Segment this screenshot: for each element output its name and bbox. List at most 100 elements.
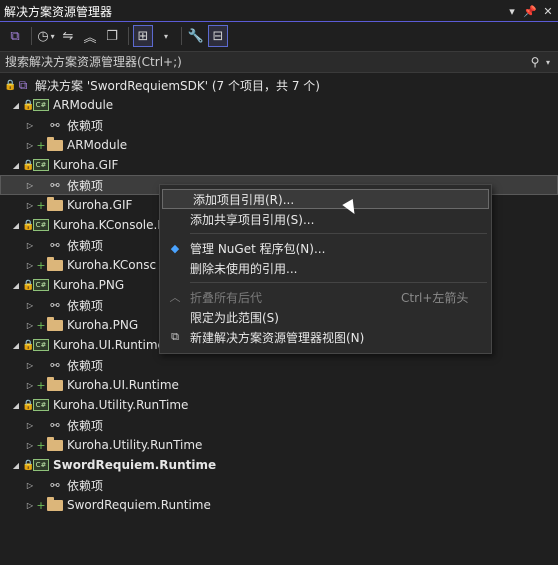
csharp-project-icon: C# — [32, 458, 50, 472]
csharp-project-icon: C# — [32, 338, 50, 352]
menu-item-label: 新建解决方案资源管理器视图(N) — [190, 330, 365, 345]
dependencies-label: 依赖项 — [67, 478, 104, 493]
dependencies-label: 依赖项 — [67, 358, 104, 373]
project-label: ARModule — [53, 98, 114, 112]
collapsed-arrow-icon[interactable]: ▷ — [24, 361, 36, 370]
dependencies-node[interactable]: ▷ ⚯ 依赖项 — [0, 415, 558, 435]
chevron-down-icon[interactable]: ▾ — [546, 58, 558, 67]
dependencies-label: 依赖项 — [67, 238, 104, 253]
collapsed-arrow-icon[interactable]: ▷ — [24, 181, 36, 190]
folder-label: Kuroha.UI.Runtime — [67, 378, 179, 392]
dependencies-node[interactable]: ▷ ⚯ 依赖项 — [0, 115, 558, 135]
collapsed-arrow-icon[interactable]: ▷ — [24, 121, 36, 130]
collapsed-arrow-icon[interactable]: ▷ — [24, 421, 36, 430]
expanded-arrow-icon[interactable]: ◢ — [10, 341, 22, 350]
expanded-arrow-icon[interactable]: ◢ — [10, 221, 22, 230]
csharp-project-icon: C# — [32, 398, 50, 412]
lock-icon: 🔒 — [22, 99, 35, 111]
dependencies-label: 依赖项 — [67, 118, 104, 133]
lock-icon: 🔒 — [22, 339, 35, 351]
preview-button[interactable]: ⊟ — [208, 25, 228, 47]
lock-icon: 🔒 — [22, 399, 35, 411]
lock-icon: 🔒 — [22, 159, 35, 171]
project-node[interactable]: ◢ 🔒 C# Kuroha.GIF — [0, 155, 558, 175]
expanded-arrow-icon[interactable]: ◢ — [10, 161, 22, 170]
dependencies-node[interactable]: ▷ ⚯ 依赖项 — [0, 475, 558, 495]
plus-icon: + — [36, 378, 46, 392]
menu-item-remove-unused[interactable]: 删除未使用的引用... — [160, 258, 491, 278]
chevron-down-icon[interactable]: ▾ — [504, 5, 520, 18]
folder-node[interactable]: ▷ + Kuroha.UI.Runtime — [0, 375, 558, 395]
lock-icon: 🔒 — [22, 279, 35, 291]
collapsed-arrow-icon[interactable]: ▷ — [24, 381, 36, 390]
preview-dropdown[interactable]: ▾ — [155, 25, 175, 47]
chevron-down-icon: ▾ — [163, 31, 168, 41]
hierarchy-icon: ⊞ — [137, 28, 149, 44]
sync-icon: ⇋ — [62, 28, 74, 44]
collapsed-arrow-icon[interactable]: ▷ — [24, 441, 36, 450]
project-label: Kuroha.KConsole.R — [53, 218, 166, 232]
menu-separator — [190, 282, 487, 283]
menu-item-manage-nuget[interactable]: ◆ 管理 NuGet 程序包(N)... — [160, 238, 491, 258]
folder-label: Kuroha.GIF — [67, 198, 133, 212]
expanded-arrow-icon[interactable]: ◢ — [10, 101, 22, 110]
new-view-icon: ⧉ — [171, 330, 179, 343]
menu-item-add-project-reference[interactable]: 添加项目引用(R)... — [162, 189, 489, 209]
collapsed-arrow-icon[interactable]: ▷ — [24, 261, 36, 270]
dependencies-node[interactable]: ▷ ⚯ 依赖项 — [0, 355, 558, 375]
dependencies-label: 依赖项 — [67, 418, 104, 433]
collapsed-arrow-icon[interactable]: ▷ — [24, 501, 36, 510]
collapsed-arrow-icon[interactable]: ▷ — [24, 201, 36, 210]
menu-item-add-shared-reference[interactable]: 添加共享项目引用(S)... — [160, 209, 491, 229]
menu-item-label: 删除未使用的引用... — [190, 261, 298, 276]
collapsed-arrow-icon[interactable]: ▷ — [24, 241, 36, 250]
expanded-arrow-icon[interactable]: ◢ — [10, 401, 22, 410]
csharp-project-icon: C# — [32, 218, 50, 232]
search-input[interactable] — [5, 55, 524, 69]
window-title: 解决方案资源管理器 — [4, 4, 113, 19]
sync-button[interactable]: ⇋ — [58, 25, 78, 47]
expanded-arrow-icon[interactable]: ◢ — [10, 461, 22, 470]
menu-item-scope-to-this[interactable]: 限定为此范围(S) — [160, 307, 491, 327]
menu-item-shortcut: Ctrl+左箭头 — [401, 290, 469, 305]
collapse-all-button[interactable]: ︽ — [80, 25, 100, 47]
pin-icon[interactable]: 📌 — [522, 5, 538, 18]
folder-label: Kuroha.KConsc — [67, 258, 157, 272]
folder-node[interactable]: ▷ + ARModule — [0, 135, 558, 155]
properties-button[interactable]: 🔧 — [186, 25, 206, 47]
nuget-icon: ◆ — [170, 241, 180, 255]
csharp-project-icon: C# — [32, 158, 50, 172]
menu-item-new-view[interactable]: ⧉ 新建解决方案资源管理器视图(N) — [160, 327, 491, 347]
dependencies-label: 依赖项 — [67, 298, 104, 313]
close-icon[interactable]: ✕ — [540, 5, 556, 18]
project-label: SwordRequiem.Runtime — [53, 458, 217, 472]
lock-icon: 🔒 — [4, 79, 17, 91]
pending-changes-button[interactable]: ◷ ▾ — [36, 25, 56, 47]
menu-item-label: 添加项目引用(R)... — [193, 192, 295, 207]
folder-icon — [46, 256, 64, 272]
expanded-arrow-icon[interactable]: ◢ — [10, 281, 22, 290]
menu-item-collapse-all[interactable]: ︿ 折叠所有后代 Ctrl+左箭头 — [160, 287, 491, 307]
startup-project-node[interactable]: ◢ 🔒 C# SwordRequiem.Runtime — [0, 455, 558, 475]
project-node[interactable]: ◢ 🔒 C# Kuroha.Utility.RunTime — [0, 395, 558, 415]
collapsed-arrow-icon[interactable]: ▷ — [24, 321, 36, 330]
collapsed-arrow-icon[interactable]: ▷ — [24, 141, 36, 150]
title-bar: 解决方案资源管理器 ▾ 📌 ✕ — [0, 0, 558, 22]
collapsed-arrow-icon[interactable]: ▷ — [24, 481, 36, 490]
toolbar: ⧉ ◷ ▾ ⇋ ︽ ❐ ⊞ ▾ 🔧 ⊟ — [0, 22, 558, 50]
folder-icon — [46, 496, 64, 512]
preview-selected-button[interactable]: ⊞ — [133, 25, 153, 47]
folder-node[interactable]: ▷ + Kuroha.Utility.RunTime — [0, 435, 558, 455]
switch-views-button[interactable]: ⧉ — [5, 25, 25, 47]
toolbar-separator — [181, 27, 182, 45]
search-icon[interactable]: ⚲ — [524, 55, 546, 69]
folder-icon — [46, 136, 64, 152]
menu-separator — [190, 233, 487, 234]
project-node[interactable]: ◢ 🔒 C# ARModule — [0, 95, 558, 115]
folder-node[interactable]: ▷ + SwordRequiem.Runtime — [0, 495, 558, 515]
solution-node[interactable]: 🔒 ⧉ 解决方案 'SwordRequiemSDK' (7 个项目，共 7 个) — [0, 75, 558, 95]
plus-icon: + — [36, 498, 46, 512]
collapsed-arrow-icon[interactable]: ▷ — [24, 301, 36, 310]
show-all-files-button[interactable]: ❐ — [102, 25, 122, 47]
dependencies-icon: ⚯ — [50, 478, 60, 492]
